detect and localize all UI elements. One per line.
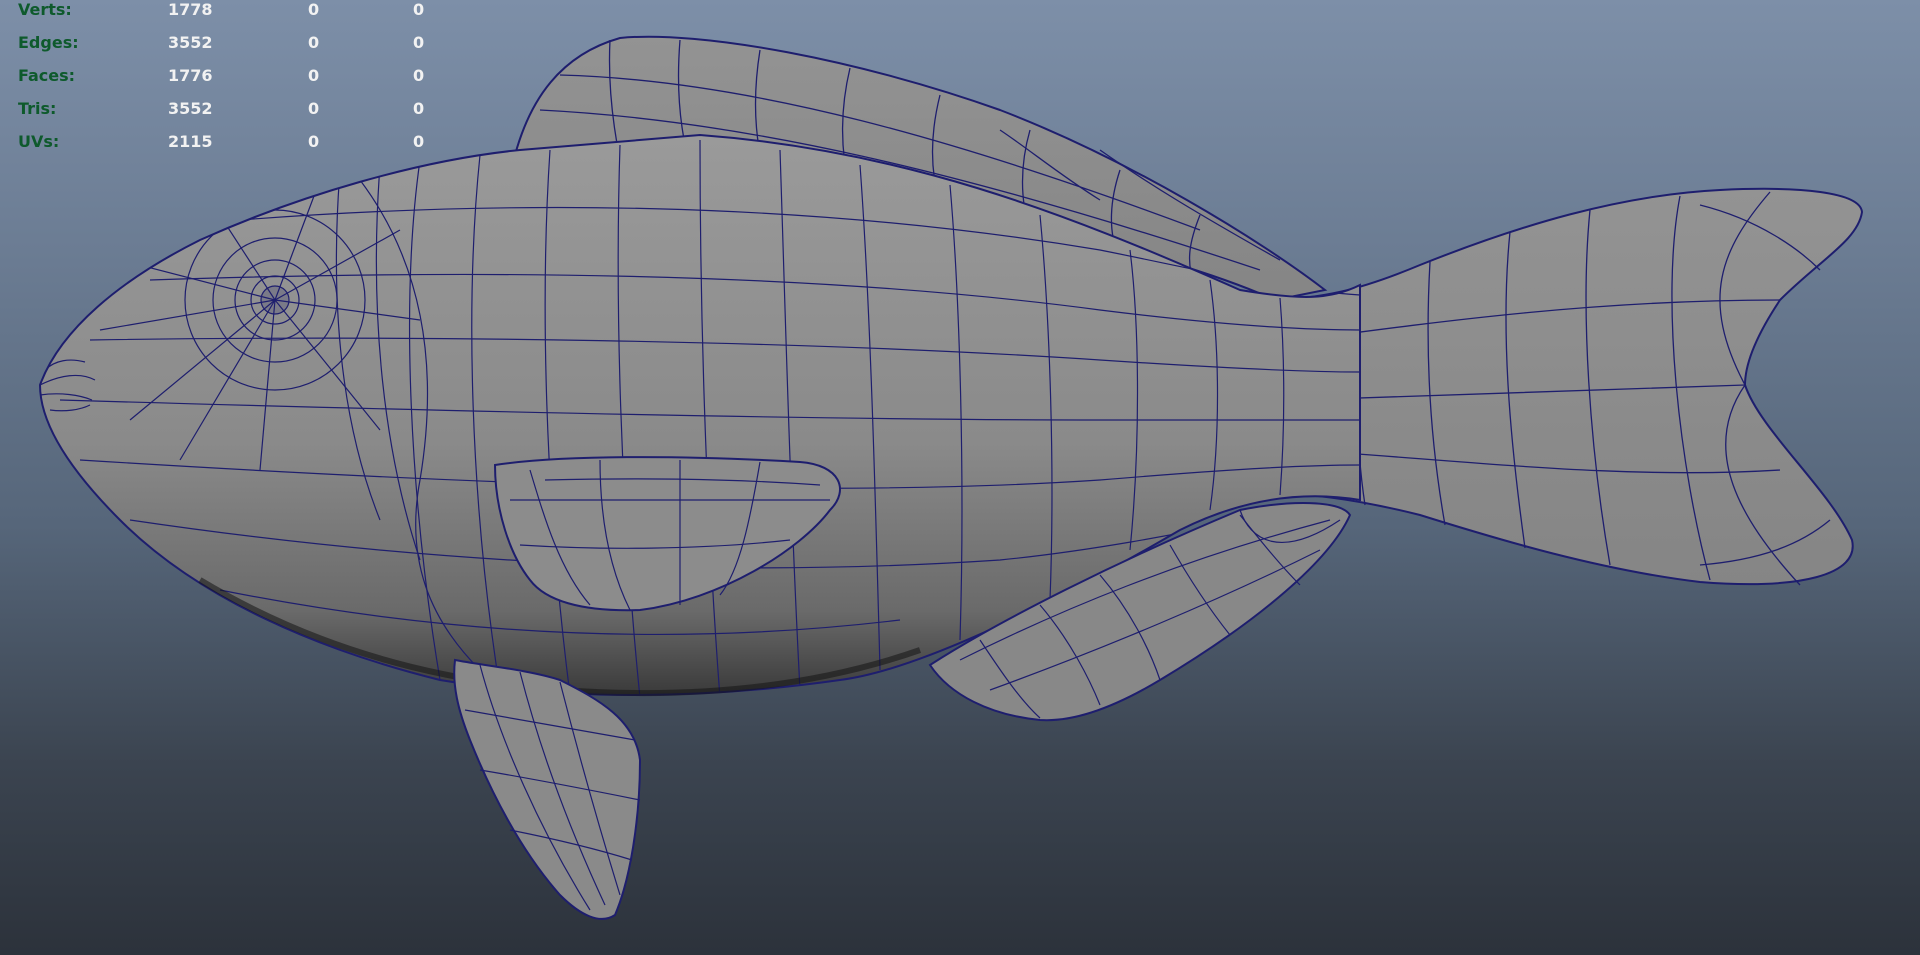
- hud-total: 1778: [168, 0, 213, 19]
- hud-selected-uv: 0: [413, 99, 425, 118]
- hud-total: 2115: [168, 132, 213, 151]
- pelvic-fin[interactable]: [453, 658, 642, 920]
- hud-label: Tris:: [18, 99, 57, 118]
- hud-label: Verts:: [18, 0, 72, 19]
- hud-selected: 0: [308, 99, 320, 118]
- hud-selected: 0: [308, 0, 320, 19]
- fish-mesh[interactable]: [0, 0, 1920, 955]
- 3d-viewport[interactable]: Verts: 1778 0 0 Edges: 3552 0 0 Faces: 1…: [0, 0, 1920, 955]
- hud-selected: 0: [308, 132, 320, 151]
- hud-total: 3552: [168, 33, 213, 52]
- hud-selected-uv: 0: [413, 66, 425, 85]
- hud-selected: 0: [308, 33, 320, 52]
- hud-label: UVs:: [18, 132, 60, 151]
- hud-label: Faces:: [18, 66, 76, 85]
- hud-selected-uv: 0: [413, 33, 425, 52]
- hud-selected-uv: 0: [413, 0, 425, 19]
- hud-label: Edges:: [18, 33, 79, 52]
- hud-selected-uv: 0: [413, 132, 425, 151]
- hud-total: 1776: [168, 66, 213, 85]
- hud-total: 3552: [168, 99, 213, 118]
- hud-selected: 0: [308, 66, 320, 85]
